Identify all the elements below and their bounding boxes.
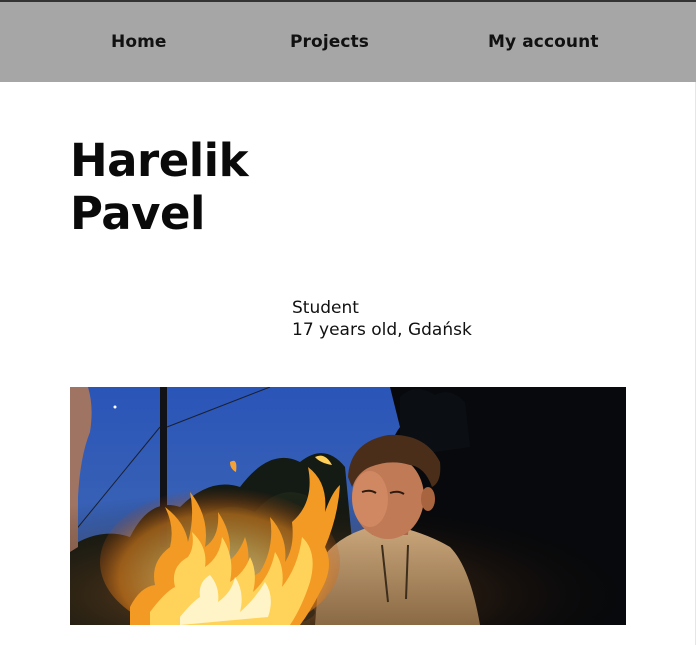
nav-home-link[interactable]: Home — [111, 32, 167, 52]
profile-name: Harelik Pavel — [70, 134, 249, 240]
profile-info: Student 17 years old, Gdańsk — [292, 297, 472, 341]
profile-photo — [70, 387, 626, 625]
nav-projects-link[interactable]: Projects — [290, 32, 369, 52]
profile-first-name: Pavel — [70, 187, 205, 240]
profile-surname: Harelik — [70, 134, 249, 187]
top-navigation-bar: Home Projects My account — [0, 0, 696, 82]
profile-occupation: Student — [292, 298, 359, 318]
nav-my-account-link[interactable]: My account — [488, 32, 599, 52]
profile-age-location: 17 years old, Gdańsk — [292, 320, 472, 340]
